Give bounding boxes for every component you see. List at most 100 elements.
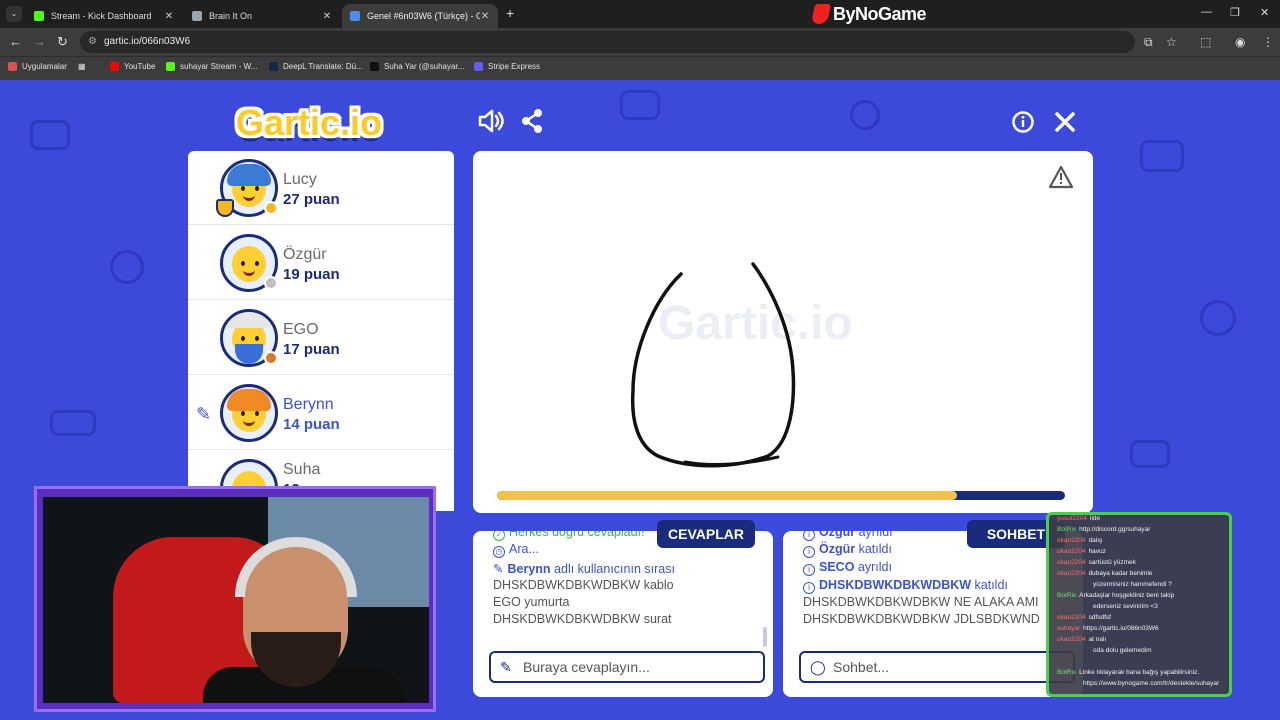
bookmark-apps[interactable]: Uygulamalar	[8, 62, 67, 71]
info-icon[interactable]	[1012, 111, 1034, 133]
bookmark-stripe[interactable]: Stripe Express	[474, 62, 540, 71]
message-user: DHSKDBWKDBKWDBKW	[819, 578, 972, 592]
background-doodle	[850, 100, 880, 130]
message-user: Özgür	[819, 542, 856, 556]
player-name: Suha	[283, 461, 321, 478]
drawing-strokes	[630, 262, 796, 468]
message-text: Herkes doğru cevapladı!	[509, 531, 645, 539]
reload-icon[interactable]: ↻	[57, 34, 68, 50]
webcam-video	[43, 497, 429, 703]
report-warning-icon[interactable]	[1048, 165, 1074, 189]
new-tab-button[interactable]: +	[506, 5, 514, 21]
player-row-drawing[interactable]: ✎ Berynn 14 puan	[188, 376, 454, 450]
player-name: EGO	[283, 321, 319, 338]
bookmark-youtube[interactable]: YouTube	[110, 62, 155, 71]
avatar-eye	[241, 411, 245, 416]
answer-input-placeholder: Buraya cevaplayın...	[523, 659, 650, 675]
chat-username: BotRix	[1057, 669, 1077, 676]
bookmark-kick-stream[interactable]: suhayar Stream - W...	[166, 62, 257, 71]
stream-chat-line: yusuf2204 lide	[1057, 515, 1100, 522]
message-user: SECO	[819, 560, 855, 574]
chat-text: http://discord.gg/suhayar	[1079, 526, 1151, 533]
forward-icon[interactable]: →	[33, 34, 46, 49]
restore-icon[interactable]: ❐	[1230, 6, 1240, 19]
player-name: Özgür	[283, 246, 327, 263]
stream-chat-line: https://www.bynogame.com/tr/destekle/suh…	[1083, 680, 1219, 687]
minimize-icon[interactable]: —	[1201, 6, 1212, 18]
tab-search-button[interactable]: ⌄	[6, 6, 22, 22]
background-doodle	[1140, 140, 1184, 172]
stream-chat-line: BotRix http://discord.gg/suhayar	[1057, 526, 1150, 533]
chat-system-message: i SECO ayrıldı	[803, 560, 892, 576]
background-doodle	[1130, 440, 1170, 468]
chat-username: suhayar	[1057, 625, 1081, 632]
bookmark-star-icon[interactable]: ☆	[1166, 35, 1177, 49]
info-icon: i	[803, 546, 815, 558]
chat-text: oda dolu gelemedim	[1093, 647, 1152, 654]
chat-text: dalış	[1088, 537, 1103, 544]
chat-text: at nalı	[1088, 636, 1107, 643]
menu-icon[interactable]: ⋮	[1262, 35, 1274, 49]
rank-medal-icon	[264, 276, 278, 290]
answers-label: CEVAPLAR	[657, 520, 755, 548]
sound-icon[interactable]	[477, 108, 505, 134]
bookmarks-bar: Uygulamalar ▦ YouTube suhayar Stream - W…	[0, 56, 1280, 80]
stream-chat-line: oda dolu gelemedim	[1093, 647, 1152, 654]
cast-icon[interactable]: ⧉	[1144, 35, 1153, 50]
grid-icon[interactable]: ▦	[78, 62, 86, 71]
timer-bar-fill	[497, 491, 958, 500]
stream-chat-overlay: yusuf2204 lide BotRix http://discord.gg/su…	[1046, 512, 1232, 697]
player-list: Lucy 27 puan Özgür 19 puan EGO 17 puan ✎…	[188, 151, 454, 511]
close-tab-icon[interactable]: ✕	[164, 11, 174, 22]
chat-text: sartüstü yüzmek	[1088, 559, 1136, 566]
drawing-canvas[interactable]: Gartic.io	[473, 151, 1093, 513]
scrollbar[interactable]	[763, 627, 767, 647]
player-row[interactable]: Lucy 27 puan	[188, 151, 454, 225]
close-tab-icon[interactable]: ✕	[322, 11, 332, 22]
player-row[interactable]: Özgür 19 puan	[188, 226, 454, 300]
url-field[interactable]: ⚙ gartic.io/066n03W6	[80, 31, 1135, 53]
answer-system-message: ✓ Herkes doğru cevapladı!	[493, 531, 645, 541]
close-window-icon[interactable]: ✕	[1260, 6, 1269, 19]
chat-username: BotRix	[1057, 526, 1077, 533]
background-doodle	[110, 250, 144, 284]
background-doodle	[30, 120, 70, 150]
answer-input[interactable]: ✎ Buraya cevaplayın...	[489, 651, 765, 683]
stream-chat-line: okan2204 at nalı	[1057, 636, 1106, 643]
player-row[interactable]: EGO 17 puan	[188, 301, 454, 375]
close-tab-icon[interactable]: ✕	[480, 11, 490, 22]
bookmark-label: Suha Yar (@suhayar...	[384, 62, 465, 71]
message-user: Berynn	[507, 562, 551, 576]
tab-brain-it-on[interactable]: Brain It On ✕	[184, 4, 340, 28]
back-icon[interactable]: ←	[9, 34, 22, 49]
extensions-icon[interactable]: ⬚	[1200, 35, 1211, 49]
timer-bar	[497, 491, 1065, 500]
clock-icon: ◷	[493, 546, 505, 558]
player-score: 14 puan	[283, 416, 340, 433]
chat-input[interactable]: ◯ Sohbet...	[799, 651, 1075, 683]
answer-system-message: ◷ Ara...	[493, 542, 539, 558]
share-icon[interactable]	[520, 108, 544, 134]
chat-panel: i Özgür ayrıldı i Özgür katıldı i SECO ayrı…	[783, 531, 1083, 697]
youtube-icon	[110, 62, 119, 71]
close-icon[interactable]	[1054, 111, 1076, 133]
bookmark-deepl[interactable]: DeepL Translate: Dü...	[269, 62, 363, 71]
avatar-eye	[255, 261, 259, 266]
browser-tab-bar: ⌄ Stream - Kick Dashboard ✕ Brain It On …	[0, 0, 1280, 28]
answer-system-message: ✎ Berynn adlı kullanıcının sırası	[493, 561, 675, 576]
site-settings-icon[interactable]: ⚙	[88, 31, 97, 53]
player-score: 19 puan	[283, 266, 340, 283]
pencil-icon: ✎	[493, 562, 504, 576]
avatar-eye	[241, 261, 245, 266]
stream-chat-line: okan2204 dalış	[1057, 537, 1102, 544]
chat-text: yüzermisiniz hanımefendi ?	[1093, 581, 1172, 588]
avatar-hair	[227, 389, 271, 411]
tab-gartic[interactable]: Genel #6n03W6 (Türkçe) - Gartic ✕	[342, 4, 498, 28]
tab-kick-dashboard[interactable]: Stream - Kick Dashboard ✕	[26, 4, 182, 28]
player-name: Lucy	[283, 171, 317, 188]
profile-icon[interactable]: ◉	[1235, 35, 1245, 49]
bookmark-tiktok[interactable]: Suha Yar (@suhayar...	[370, 62, 464, 71]
chat-text: ederseniz sevinirim <3	[1093, 603, 1158, 610]
answer-message: DHSKDBWKDBKWDBKW surat	[493, 612, 672, 626]
rank-medal-icon	[264, 351, 278, 365]
